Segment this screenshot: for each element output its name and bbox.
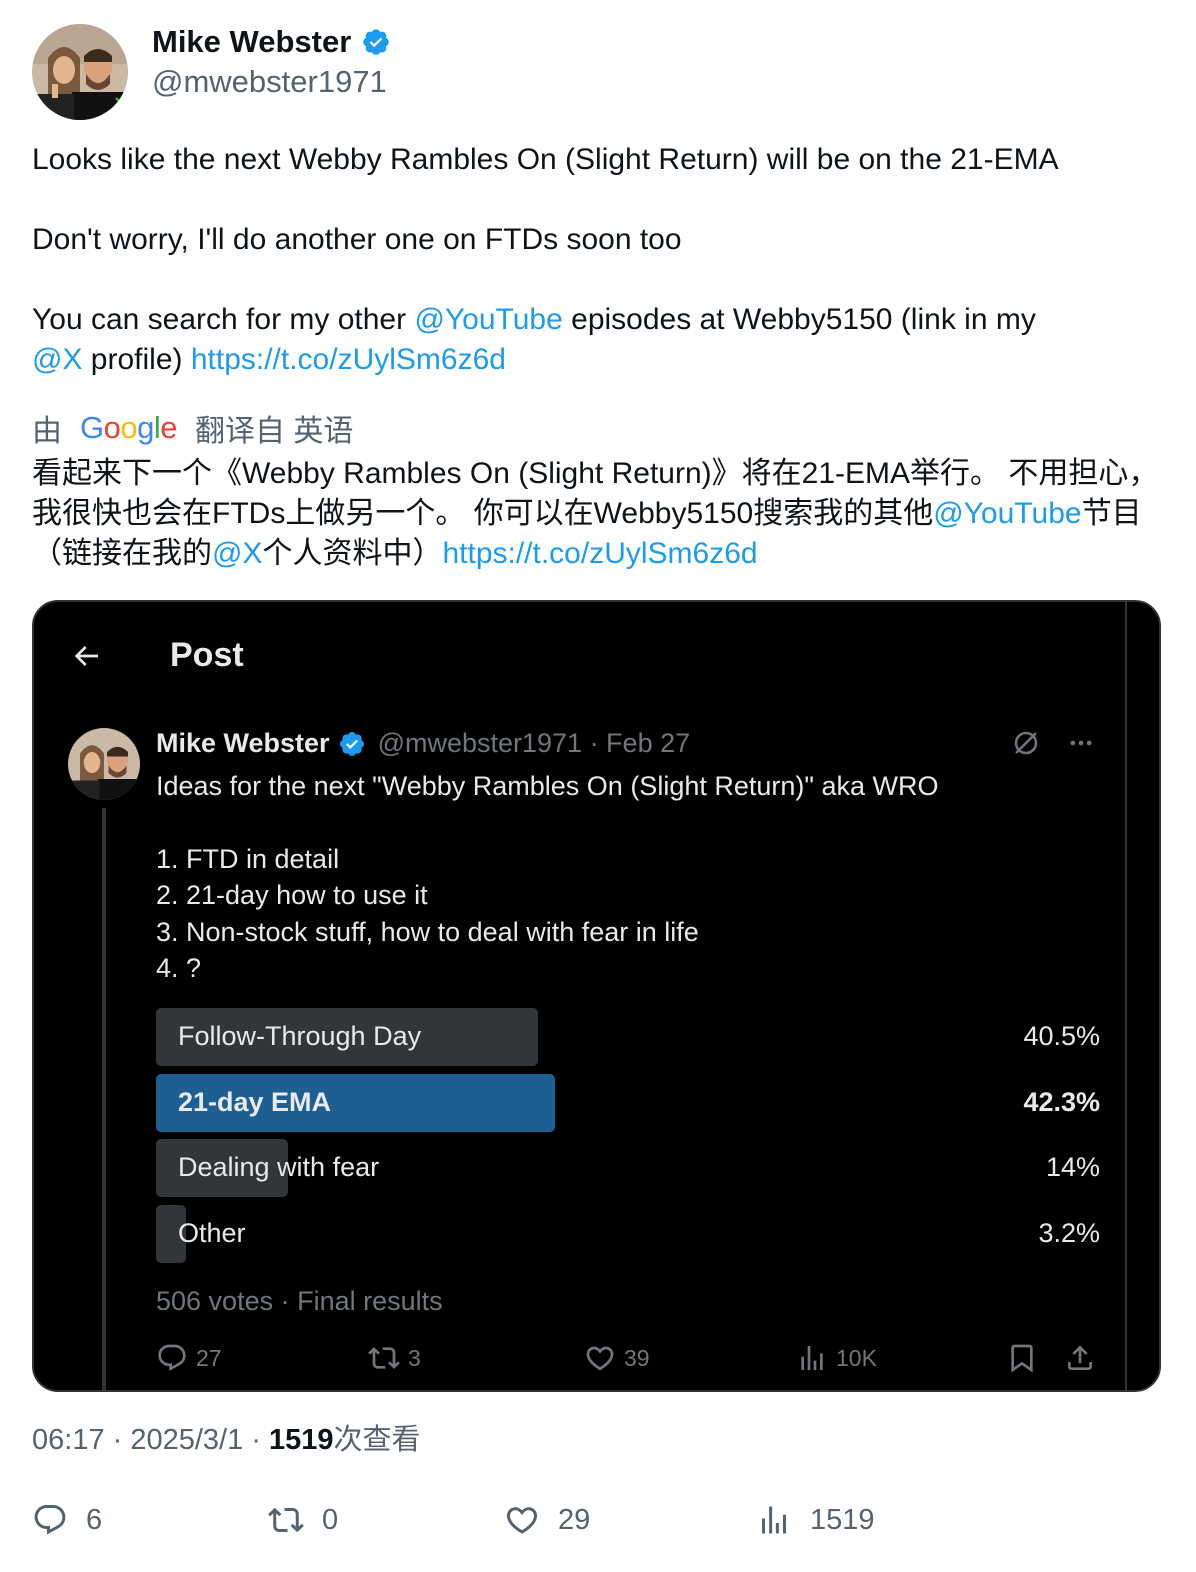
verified-badge-icon [339,731,364,756]
views-count: 1519 [269,1424,334,1456]
embed-author-handle-date: @mwebster1971 · Feb 27 [377,728,691,758]
poll-option: 21-day EMA 42.3% [156,1073,1100,1132]
action-bar: 6 0 29 1519 [32,1502,1162,1542]
attached-screenshot[interactable]: Post Mike Webster @mwebster1971 · Feb 27 [32,600,1161,1392]
poll-option: Follow-Through Day 40.5% [156,1008,1100,1066]
heart-icon [506,1507,538,1534]
embed-list-item: 3. Non-stock stuff, how to deal with fea… [156,916,699,947]
grok-icon [1014,731,1038,755]
translated-from-label: 翻译自 英语 [195,415,354,448]
views-label: 次查看 [333,1424,421,1456]
repost-button[interactable]: 0 [268,1502,338,1538]
translated-by-label: 由 [32,415,62,448]
embed-header: Post [34,602,1159,712]
more-options-icon [1070,740,1092,746]
embed-action-bar: 27 3 39 10K [156,1342,1100,1382]
author-avatar[interactable] [32,24,128,120]
reply-count: 6 [86,1503,103,1536]
mention-youtube-link[interactable]: @YouTube [414,303,562,336]
share-icon [1068,1345,1092,1370]
embed-author-avatar [68,728,140,800]
poll-option-label: Other [178,1217,246,1248]
poll: Follow-Through Day 40.5% 21-day EMA 42.3… [156,1008,1100,1270]
poll-option-percent: 14% [1045,1152,1100,1182]
poll-option: Dealing with fear 14% [156,1139,1100,1197]
views-button[interactable]: 1519 [756,1502,875,1538]
embed-reply-stat: 27 [156,1342,222,1374]
heart-icon [586,1346,614,1371]
reply-icon [34,1505,66,1535]
embed-reply-count: 27 [196,1344,222,1371]
repost-icon [268,1507,304,1533]
author-name[interactable]: Mike Webster [152,24,351,60]
embed-list-item: 2. 21-day how to use it [156,880,428,910]
translated-url-link[interactable]: https://t.co/zUylSm6z6d [442,537,757,570]
bookmark-icon [1011,1344,1033,1373]
tweet-line: Looks like the next Webby Rambles On (Sl… [32,143,1059,176]
embed-page-title: Post [170,636,244,674]
poll-meta: 506 votes · Final results [156,1286,443,1316]
tweet-line: You can search for my other @YouTube epi… [32,300,1162,340]
tweet-text-fragment: You can search for my other [32,303,415,336]
poll-option-label: Follow-Through Day [178,1021,422,1051]
embed-list-item: 1. FTD in detail [156,843,340,874]
embed-right-edge [1125,602,1159,1390]
back-arrow-icon [74,646,98,666]
mention-x-link[interactable]: @X [212,537,262,570]
repost-count: 0 [322,1503,339,1536]
poll-option-percent: 40.5% [1023,1021,1100,1051]
embed-bookmark-stat [1006,1342,1038,1374]
poll-option-percent: 3.2% [1038,1217,1100,1248]
tweet-timestamp: 06:17 · 2025/3/1 · 1519次查看 [32,1416,421,1458]
verified-badge-icon [363,29,390,55]
poll-option-percent: 42.3% [1023,1086,1100,1117]
mention-x-link[interactable]: @X [32,343,82,376]
embed-share-stat [1064,1342,1096,1374]
embed-text-line: Ideas for the next "Webby Rambles On (Sl… [156,771,939,801]
translation-header: 由 Google 翻译自 英语 [32,406,353,450]
thread-line [102,808,106,1390]
embed-repost-stat: 3 [368,1342,421,1374]
embed-repost-count: 3 [408,1344,421,1371]
views-icon [801,1346,823,1370]
reply-icon [158,1344,186,1371]
like-count: 29 [558,1503,591,1536]
poll-option: Other 3.2% [156,1204,1100,1263]
tweet-text-fragment: profile) [82,343,191,376]
translated-text-fragment: 个人资料中） [262,537,443,570]
tweet-url-link[interactable]: https://t.co/zUylSm6z6d [191,343,506,376]
embed-list-item: 4. ? [156,953,202,983]
tweet-text: Looks like the next Webby Rambles On (Sl… [32,140,1162,380]
google-logo: Google [80,410,178,445]
author-handle[interactable]: @mwebster1971 [152,64,387,100]
embed-author-name: Mike Webster [156,728,330,758]
like-button[interactable]: 29 [504,1502,590,1538]
repost-icon [368,1347,400,1369]
poll-option-label: Dealing with fear [178,1152,380,1182]
tweet-line: @X profile) https://t.co/zUylSm6z6d [32,340,1162,380]
tweet-text-fragment: episodes at Webby5150 (link in my [562,303,1036,336]
embed-views-count: 10K [836,1344,877,1371]
views-stat-count: 1519 [810,1503,875,1536]
views-icon [762,1506,786,1534]
embed-views-stat: 10K [796,1342,877,1374]
timestamp-date[interactable]: 06:17 · 2025/3/1 · [32,1424,269,1456]
mention-youtube-link[interactable]: @YouTube [933,497,1081,530]
embed-like-count: 39 [624,1344,650,1371]
tweet-line: Don't worry, I'll do another one on FTDs… [32,223,682,256]
reply-button[interactable]: 6 [32,1502,102,1538]
poll-option-label: 21-day EMA [178,1086,332,1117]
embed-tweet-text: Ideas for the next "Webby Rambles On (Sl… [156,768,1056,987]
translated-text: 看起来下一个《Webby Rambles On (Slight Return)》… [32,454,1172,574]
embed-like-stat: 39 [584,1342,650,1374]
